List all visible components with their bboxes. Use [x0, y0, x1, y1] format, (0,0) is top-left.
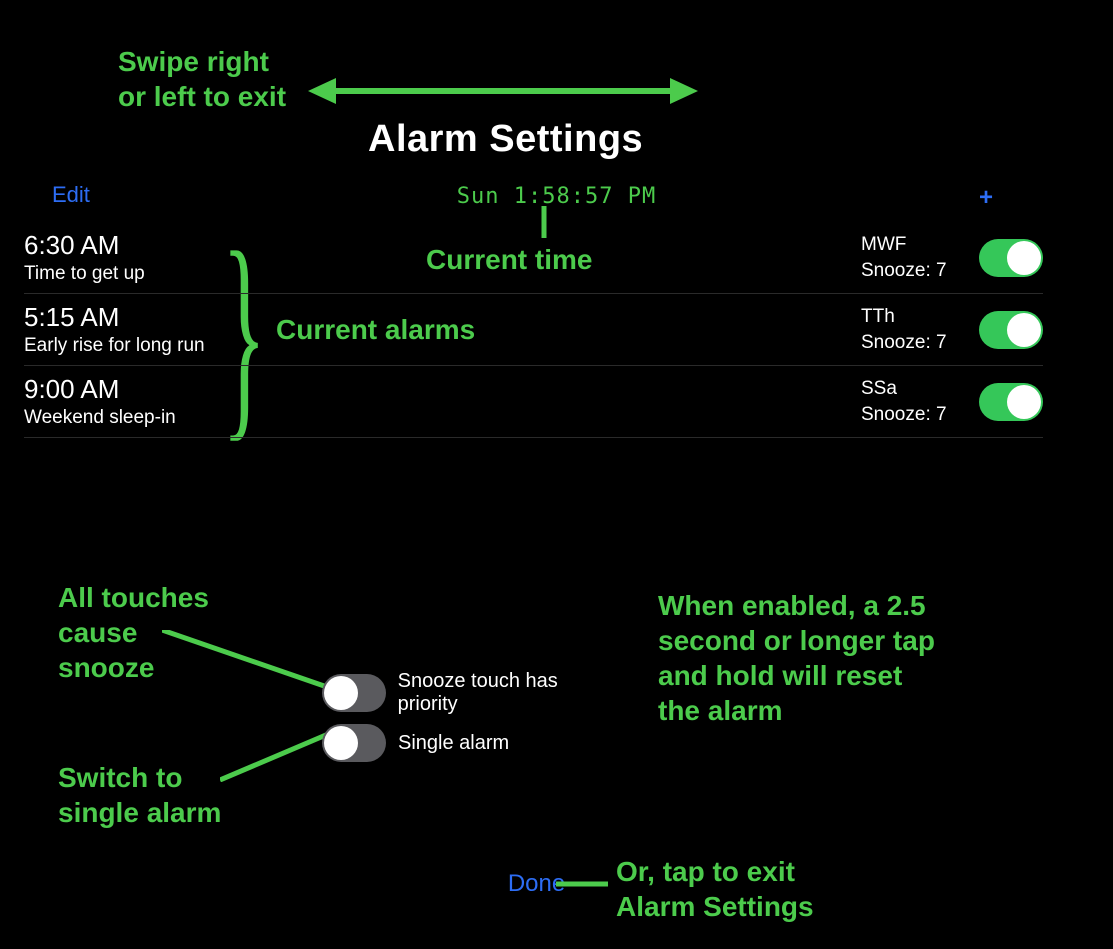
arrow-right-icon — [670, 78, 698, 104]
options-group: Snooze touch has priority Single alarm — [322, 670, 622, 770]
single-alarm-label: Single alarm — [398, 732, 509, 755]
arrow-left-icon — [308, 78, 336, 104]
single-alarm-row: Single alarm — [322, 724, 622, 762]
alarm-time: 5:15 AM — [24, 302, 205, 333]
swipe-arrow-line — [334, 88, 674, 94]
snooze-priority-row: Snooze touch has priority — [322, 670, 622, 716]
single-alarm-toggle[interactable] — [322, 724, 386, 762]
annotation-switch-single: Switch to single alarm — [58, 760, 221, 830]
callout-line-single — [220, 732, 335, 782]
alarm-row[interactable]: 5:15 AM Early rise for long run TTh Snoo… — [24, 294, 1043, 366]
snooze-priority-label: Snooze touch has priority — [398, 670, 622, 716]
annotation-swipe: Swipe right or left to exit — [118, 44, 286, 114]
snooze-priority-toggle[interactable] — [322, 674, 386, 712]
alarm-toggle[interactable] — [979, 311, 1043, 349]
alarm-days: SSa — [861, 376, 961, 402]
alarm-time: 6:30 AM — [24, 230, 145, 261]
alarm-label: Weekend sleep-in — [24, 407, 176, 429]
page-title: Alarm Settings — [368, 118, 643, 161]
alarm-snooze: Snooze: 7 — [861, 330, 961, 356]
annotation-tap-exit: Or, tap to exit Alarm Settings — [616, 854, 814, 924]
annotation-all-touches: All touches cause snooze — [58, 580, 209, 685]
alarm-row[interactable]: 6:30 AM Time to get up MWF Snooze: 7 — [24, 222, 1043, 294]
plus-icon[interactable]: + — [979, 186, 993, 210]
alarm-label: Early rise for long run — [24, 335, 205, 357]
alarm-days: TTh — [861, 304, 961, 330]
alarm-toggle[interactable] — [979, 383, 1043, 421]
alarm-time: 9:00 AM — [24, 374, 176, 405]
alarm-toggle[interactable] — [979, 239, 1043, 277]
current-time-display: Sun 1:58:57 PM — [0, 184, 1113, 209]
alarm-days: MWF — [861, 232, 961, 258]
done-button[interactable]: Done — [0, 870, 1113, 898]
alarm-snooze: Snooze: 7 — [861, 258, 961, 284]
alarm-snooze: Snooze: 7 — [861, 402, 961, 428]
alarm-list: 6:30 AM Time to get up MWF Snooze: 7 5:1… — [24, 222, 1043, 438]
annotation-when-enabled: When enabled, a 2.5 second or longer tap… — [658, 588, 935, 728]
alarm-label: Time to get up — [24, 263, 145, 285]
alarm-row[interactable]: 9:00 AM Weekend sleep-in SSa Snooze: 7 — [24, 366, 1043, 438]
